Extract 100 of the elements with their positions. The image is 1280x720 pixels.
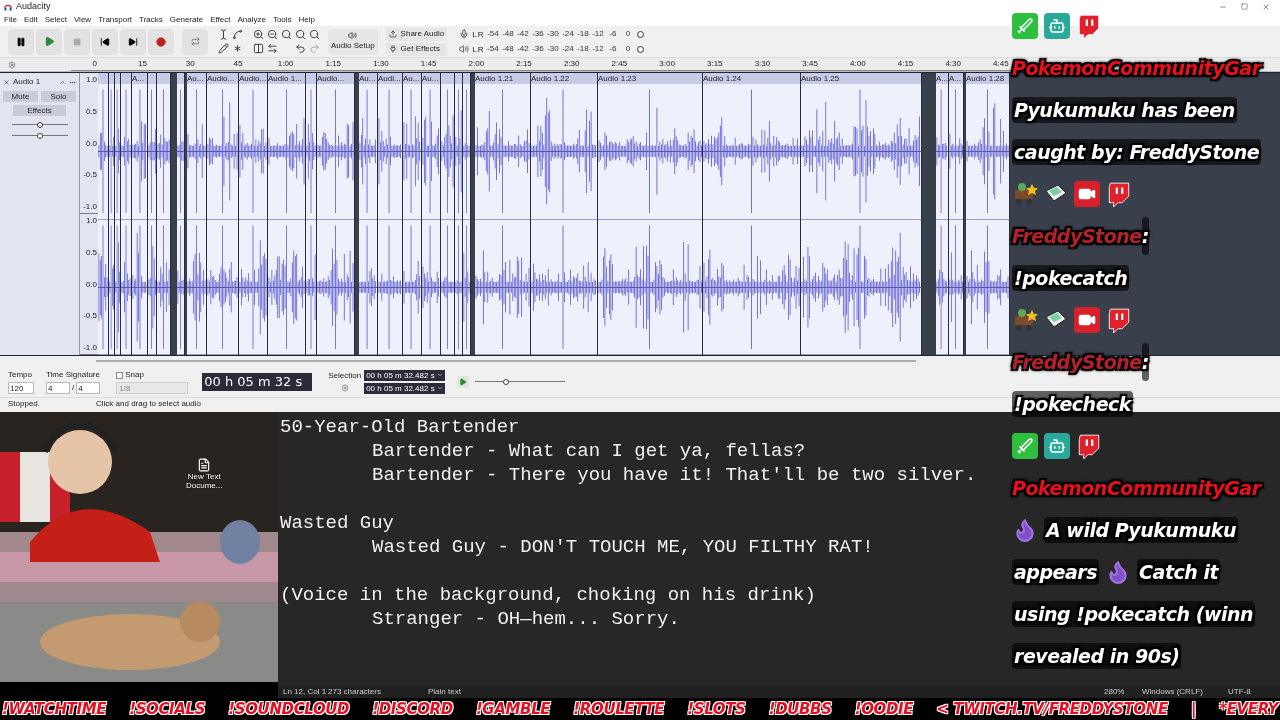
audio-clip[interactable]: Audio 1...	[268, 73, 306, 355]
zoom-toggle-icon[interactable]	[309, 29, 320, 40]
clip-header[interactable]: Au...	[359, 73, 377, 84]
clip-header[interactable]	[148, 73, 156, 84]
slider-track[interactable]	[11, 121, 68, 128]
clip-header[interactable]	[157, 73, 170, 84]
clip-header[interactable]: Audio 1.24	[703, 73, 800, 84]
maximize-icon[interactable]	[1241, 3, 1248, 10]
clip-header[interactable]: Audio...	[239, 73, 267, 84]
audio-clip[interactable]: Audio...	[239, 73, 268, 355]
audio-clip[interactable]	[306, 73, 317, 355]
audio-clip[interactable]: Audio...	[207, 73, 239, 355]
slider-thumb[interactable]	[503, 378, 510, 385]
clip-header[interactable]: A...	[936, 73, 948, 84]
envelope-tool-icon[interactable]	[232, 29, 243, 40]
desktop-icon-label[interactable]: New Text	[187, 472, 221, 481]
clip-header[interactable]: Au...	[403, 73, 421, 84]
audio-clip[interactable]: Audio 1.25	[801, 73, 922, 355]
clip-header[interactable]: Audio 1.25	[801, 73, 921, 84]
close-icon[interactable]	[3, 78, 10, 86]
clip-header[interactable]: Audi...	[378, 73, 402, 84]
audio-clip[interactable]: Au...	[359, 73, 378, 355]
clip-header[interactable]: Au...	[187, 73, 206, 84]
clip-header[interactable]	[115, 73, 120, 84]
audio-clip[interactable]	[121, 73, 132, 355]
menu-item[interactable]: Edit	[23, 14, 38, 26]
clip-header[interactable]	[109, 73, 114, 84]
audio-clip[interactable]: Audi...	[378, 73, 403, 355]
menu-item[interactable]: File	[4, 14, 17, 26]
close-icon[interactable]	[1262, 3, 1270, 11]
slider-track[interactable]	[474, 378, 565, 385]
get-effects-button[interactable]: Get Effects	[385, 42, 448, 56]
document-icon[interactable]	[197, 458, 212, 472]
pencil-icon[interactable]	[218, 43, 229, 54]
fit-project-icon[interactable]	[295, 29, 306, 40]
clip-header[interactable]: Audio 1.21	[475, 73, 530, 84]
play-at-speed-button[interactable]	[456, 375, 469, 388]
audio-clip[interactable]	[455, 73, 463, 355]
audio-clip[interactable]: A...	[949, 73, 964, 355]
slider-thumb[interactable]	[36, 121, 43, 128]
selection-time[interactable]: 00 h 05 m 32.482 s	[364, 369, 445, 381]
zoom-in-icon[interactable]	[253, 29, 264, 40]
audio-clip[interactable]: A...	[936, 73, 949, 355]
audio-clip[interactable]: Au...	[187, 73, 207, 355]
clip-header[interactable]: Au...	[422, 73, 440, 84]
play-button[interactable]	[36, 28, 62, 55]
audio-clip[interactable]: A...	[132, 73, 148, 355]
clip-header[interactable]: Audio 1.23	[598, 73, 702, 84]
audio-clip[interactable]: Audio 1.24	[703, 73, 801, 355]
share-audio-button[interactable]: Share Audio	[385, 27, 448, 41]
menu-item[interactable]: Help	[298, 14, 316, 26]
unit-dropdown[interactable]: 4	[76, 382, 101, 394]
audio-clip[interactable]: Audio 1.28	[966, 73, 1010, 355]
selection-tool-icon[interactable]	[218, 29, 229, 40]
menu-item[interactable]: Tools	[272, 14, 292, 26]
clip-header[interactable]: Audio 1.22	[531, 73, 597, 84]
audio-clip[interactable]	[177, 73, 185, 355]
clip-header[interactable]: A...	[949, 73, 963, 84]
clip-header[interactable]	[177, 73, 184, 84]
audio-clip[interactable]: Audio 1.21	[475, 73, 531, 355]
menu-item[interactable]: Analyze	[237, 14, 266, 26]
beats-field[interactable]: 4	[46, 382, 70, 394]
clip-header[interactable]	[98, 73, 108, 84]
clip-header[interactable]	[306, 73, 316, 84]
clip-header[interactable]: Audio...	[207, 73, 238, 84]
menu-item[interactable]: Effect	[210, 14, 231, 26]
fit-selection-icon[interactable]	[281, 29, 292, 40]
clip-header[interactable]: A...	[132, 73, 147, 84]
audio-clip[interactable]: Au...	[422, 73, 441, 355]
clip-header[interactable]: Audio 1...	[268, 73, 305, 84]
track-button[interactable]: Solo	[41, 91, 76, 102]
skip-start-button[interactable]	[92, 28, 118, 55]
menu-item[interactable]: Generate	[169, 14, 204, 26]
clip-header[interactable]	[463, 73, 470, 84]
time-display[interactable]: 00 h 05 m 32 s	[202, 372, 313, 391]
audio-clip[interactable]: Audio 1.22	[531, 73, 598, 355]
menu-item[interactable]: View	[73, 14, 92, 26]
clip-header[interactable]: Audio 1.28	[966, 73, 1009, 84]
clip-header[interactable]: Audio...	[317, 73, 354, 84]
clip-header[interactable]	[455, 73, 462, 84]
undo-icon[interactable]	[295, 43, 306, 54]
clip-header[interactable]	[121, 73, 131, 84]
zoom-out-icon[interactable]	[267, 29, 278, 40]
audio-clip[interactable]	[157, 73, 171, 355]
settings-icon[interactable]	[8, 60, 16, 69]
effects-button[interactable]: Effects	[13, 105, 66, 116]
snap-checkbox[interactable]	[116, 371, 124, 379]
silence-icon[interactable]	[267, 43, 278, 54]
audio-clip[interactable]: Au...	[403, 73, 422, 355]
audio-clip[interactable]	[148, 73, 157, 355]
audio-clip[interactable]	[463, 73, 471, 355]
track-button[interactable]: Mute	[3, 91, 38, 102]
skip-end-button[interactable]	[120, 28, 146, 55]
audio-clip[interactable]	[441, 73, 455, 355]
slider-thumb[interactable]	[36, 132, 43, 139]
pause-button[interactable]	[8, 28, 34, 55]
slider-track[interactable]	[11, 132, 68, 139]
selection-time[interactable]: 00 h 05 m 32.482 s	[364, 382, 445, 394]
microphone-icon[interactable]	[459, 29, 470, 39]
audio-clip[interactable]: Audio...	[317, 73, 355, 355]
